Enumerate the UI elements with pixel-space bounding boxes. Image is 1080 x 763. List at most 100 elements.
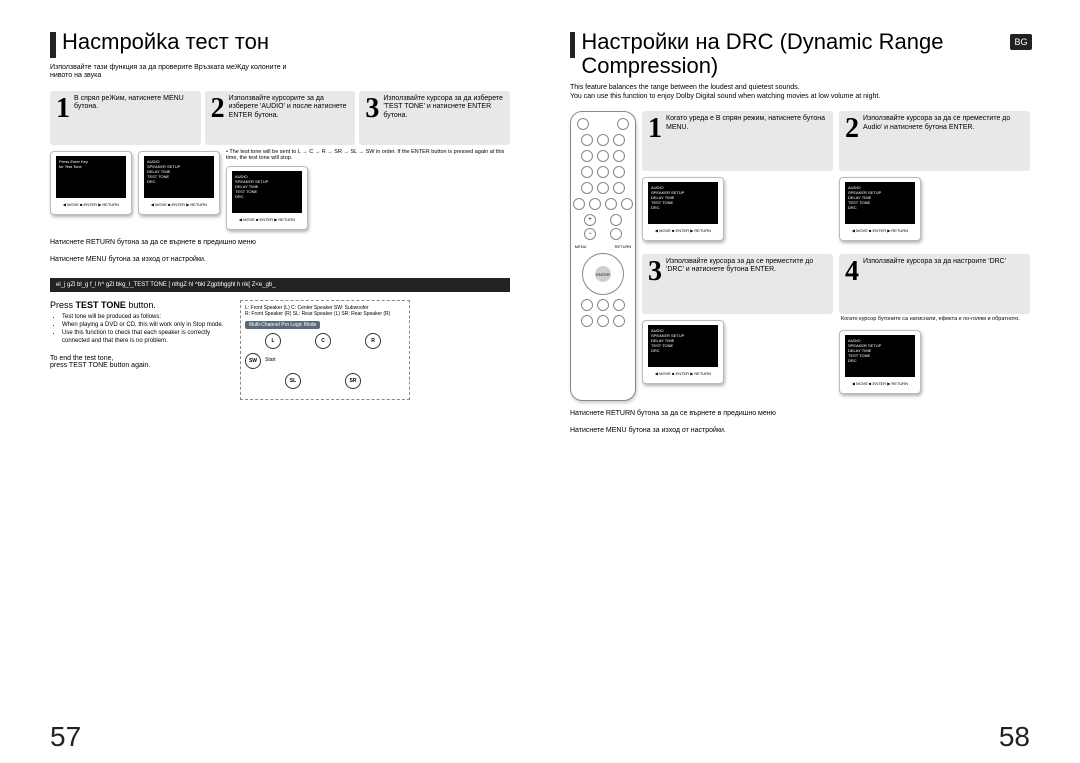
screen-thumb: AUDIO SPEAKER SETUP DELAY TIME TEST TONE… [138,151,220,215]
screen-footer: ◀ MOVE ■ ENTER ▶ RETURN [643,228,723,233]
lang-badge: BG [1010,34,1032,50]
right-steps-grid: 1 Когато уреда е В спрян режим, натиснет… [642,111,1030,401]
page-number: 57 [50,721,81,753]
remote-btn [581,182,593,194]
screen-content: Press Enter Key for Test Tone [56,156,126,198]
title-accent [570,32,575,58]
multichannel-label: Multi-Channel Pro Logic Mode [245,321,320,329]
rstep-4: 4 Използвайте курсора за да настроите 'D… [839,254,1030,401]
screen-content: AUDIO SPEAKER SETUP DELAY TIME TEST TONE… [845,335,915,377]
enter-btn: ENTER [595,266,611,282]
step-num: 2 [211,95,225,123]
page-title-right: Настройки на DRC (Dynamic Range Compress… [581,30,1030,78]
ch-up-icon [610,214,622,226]
ch-down-icon [610,228,622,240]
vol-up-icon: + [584,214,596,226]
step-text: Използвайте курсора за да настроите 'DRC… [863,258,1006,266]
spk-r: R [365,333,381,349]
step-text: Използвайте курсора за да се преместите … [863,115,1024,132]
bullet: When playing a DVD or CD, this will work… [62,322,230,330]
intro-text-left: Използвайте тази функция за да проверите… [50,64,510,81]
remote-num-8 [597,166,609,178]
screen-thumb: AUDIO SPEAKER SETUP DELAY TIME TEST TONE… [642,177,724,241]
black-bar: el_j gZl bl_g f_l h^ gZl bkg_l_TEST TONE… [50,278,510,292]
screen-footer: ◀ MOVE ■ ENTER ▶ RETURN [51,202,131,207]
remote-btn [613,315,625,327]
step-num: 3 [648,258,662,286]
page-57: Насmройka тест тон Използвайте тази функ… [0,0,540,763]
screen-thumb: AUDIO SPEAKER SETUP DELAY TIME TEST TONE… [839,177,921,241]
step-num: 3 [365,95,379,123]
step-num: 1 [648,115,662,143]
remote-btn [597,315,609,327]
remote-num-4 [581,150,593,162]
screen-thumb: AUDIO SPEAKER SETUP DELAY TIME TEST TONE… [642,320,724,384]
page-title-left: Насmройka тест тон [62,30,269,54]
step-2: 2 Използвайте курсорите за да изберете '… [205,91,356,145]
bullet: Test tone will be produced as follows: [62,314,230,322]
step-text: Използвайте курсорите за да изберете 'AU… [229,95,350,120]
remote-num-3 [613,134,625,146]
step-text: Когато уреда е В спрян режим, натиснете … [666,115,827,132]
remote-btn [577,118,589,130]
step-num: 1 [56,95,70,123]
speaker-diagram-box: L: Front Speaker (L) C: Center Speaker S… [240,300,410,400]
remote-num-9 [613,166,625,178]
rstep-3: 3 Използвайте курсора за да се преместит… [642,254,833,401]
screen-content: AUDIO SPEAKER SETUP DELAY TIME TEST TONE… [648,182,718,224]
remote-num-2 [597,134,609,146]
screen-thumbs: Press Enter Key for Test Tone ◀ MOVE ■ E… [50,151,220,215]
right-columns: + − MENU RETURN ENTER 1 Когато уреда е В с… [570,111,1030,401]
step-1: 1 В спрял реЖим, натиснете MENU бутона. [50,91,201,145]
nav-ring: ENTER [582,253,624,295]
end-line1: To end the test tone, [50,355,230,362]
remote-num-6 [613,150,625,162]
return-note1: Натиснете RETURN бутона за да се върнете… [50,238,510,247]
menu-label: MENU [575,244,587,249]
step-num: 4 [845,258,859,286]
remote-btn [581,315,593,327]
manual-spread: Насmройka тест тон Използвайте тази функ… [0,0,1080,763]
screen-thumb: AUDIO SPEAKER SETUP DELAY TIME TEST TONE… [226,166,308,230]
screen-footer: ◀ MOVE ■ ENTER ▶ RETURN [227,217,307,222]
page-number: 58 [999,721,1030,753]
return-note2-r: Натиснете MENU бутона за изход от настро… [570,426,1030,435]
spk-sw: SW [245,353,261,369]
spk-c: C [315,333,331,349]
remote-num-1 [581,134,593,146]
press-section: Press TEST TONE button. Test tone will b… [50,300,230,400]
remote-btn [605,198,617,210]
remote-control: + − MENU RETURN ENTER [570,111,636,401]
spk-sr: SR [345,373,361,389]
rstep-1: 1 Когато уреда е В спрян режим, натиснет… [642,111,833,248]
return-note1-r: Натиснете RETURN бутона за да се върнете… [570,409,1030,418]
screen-footer: ◀ MOVE ■ ENTER ▶ RETURN [840,381,920,386]
remote-btn [597,299,609,311]
screen-content: AUDIO SPEAKER SETUP DELAY TIME TEST TONE… [648,325,718,367]
remote-btn [613,182,625,194]
bullet: Use this function to check that each spe… [62,330,230,346]
remote-num-5 [597,150,609,162]
intro-text-right: This feature balances the range between … [570,84,1030,101]
remote-btn [613,299,625,311]
screen-footer: ◀ MOVE ■ ENTER ▶ RETURN [139,202,219,207]
screen-thumb: Press Enter Key for Test Tone ◀ MOVE ■ E… [50,151,132,215]
screen-content: AUDIO SPEAKER SETUP DELAY TIME TEST TONE… [232,171,302,213]
step-num: 2 [845,115,859,143]
step-text: В спрял реЖим, натиснете MENU бутона. [74,95,195,112]
press-bullets: Test tone will be produced as follows: W… [62,314,230,345]
screen-footer: ◀ MOVE ■ ENTER ▶ RETURN [643,371,723,376]
step-text: Използвайте курсора за да изберете 'TEST… [383,95,504,120]
spk-sl: SL [285,373,301,389]
remote-btn [589,198,601,210]
remote-num-0 [597,182,609,194]
return-label: RETURN [615,244,632,249]
remote-btn [573,198,585,210]
remote-btn [621,198,633,210]
rstep-2: 2 Използвайте курсора за да се преместит… [839,111,1030,248]
step-text: Използвайте курсора за да се преместите … [666,258,827,275]
speaker-legend: L: Front Speaker (L) C: Center Speaker S… [245,305,405,317]
start-label: Start [265,357,276,363]
return-note2: Натиснете MENU бутона за изход от настро… [50,255,510,264]
vol-down-icon: − [584,228,596,240]
